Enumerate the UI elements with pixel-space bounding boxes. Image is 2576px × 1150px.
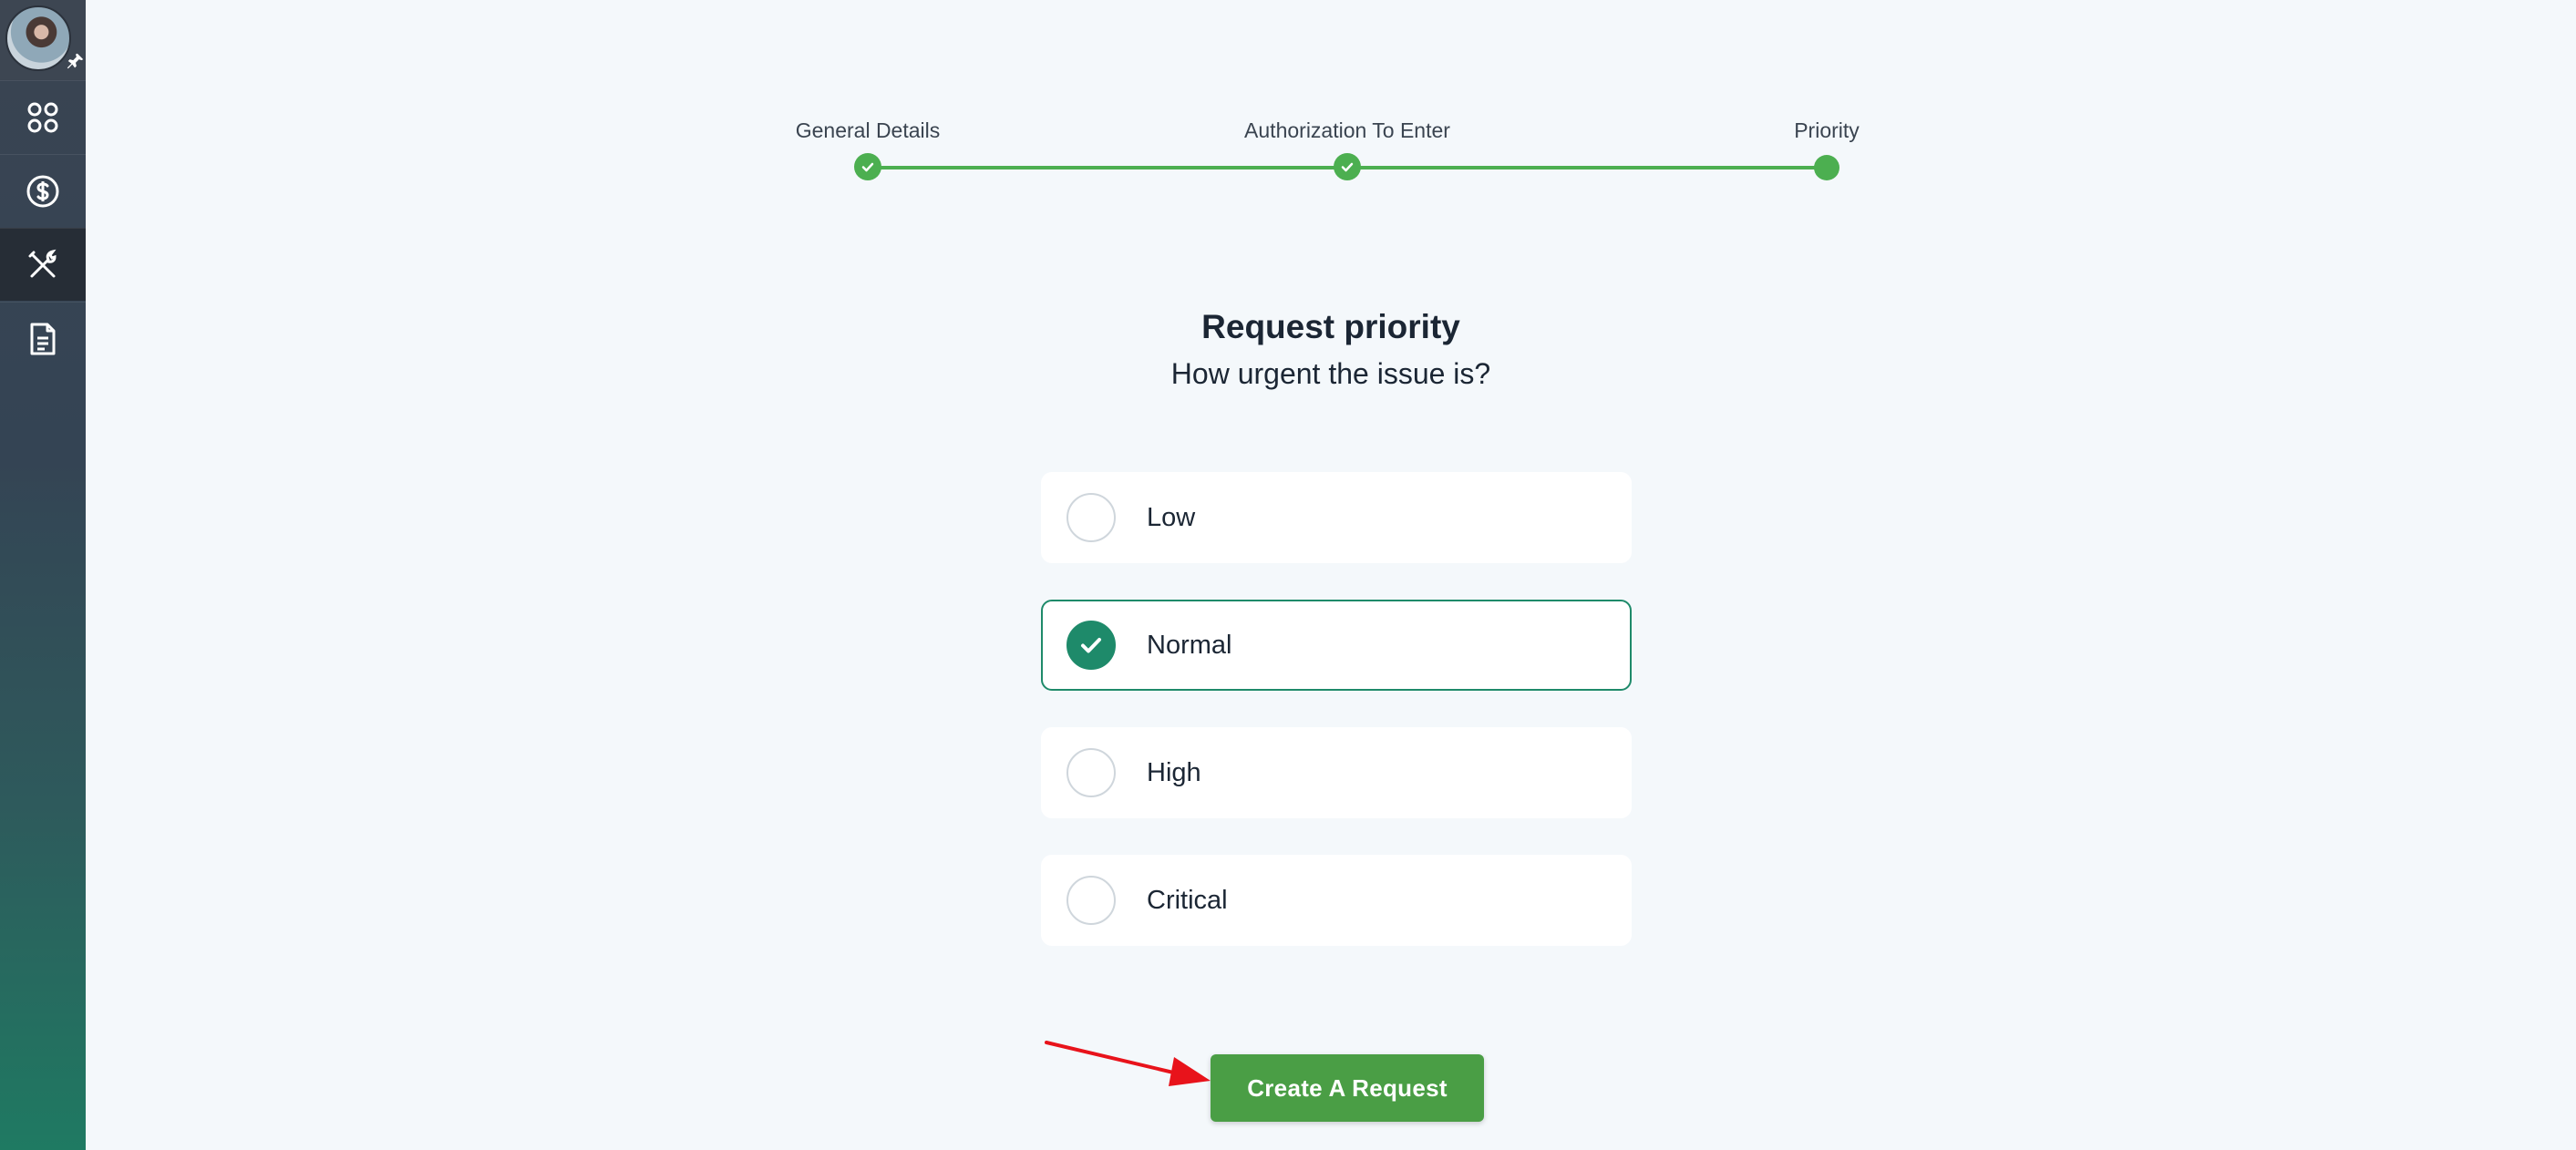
step-label-general-details: General Details <box>795 118 941 142</box>
step-authorization[interactable] <box>1334 153 1361 180</box>
radio-button[interactable] <box>1066 621 1116 670</box>
option-label: High <box>1147 757 1201 787</box>
avatar[interactable] <box>5 5 71 71</box>
step-priority[interactable] <box>1814 155 1839 180</box>
sidebar <box>0 0 86 1150</box>
priority-option-low[interactable]: Low <box>1041 472 1632 563</box>
page-title: Request priority <box>1201 308 1460 345</box>
radio-button[interactable] <box>1066 493 1116 542</box>
priority-option-critical[interactable]: Critical <box>1041 855 1632 946</box>
priority-option-high[interactable]: High <box>1041 727 1632 818</box>
step-label-authorization: Authorization To Enter <box>1244 118 1450 142</box>
dollar-circle-icon <box>26 175 59 207</box>
radio-button[interactable] <box>1066 748 1116 797</box>
sidebar-item-dashboard[interactable] <box>0 80 86 153</box>
check-icon <box>1081 638 1101 653</box>
annotation-arrow-icon <box>1045 1041 1211 1086</box>
option-label: Low <box>1147 502 1196 532</box>
check-icon <box>861 162 874 172</box>
radio-button[interactable] <box>1066 876 1116 925</box>
option-label: Critical <box>1147 885 1228 915</box>
step-label-priority: Priority <box>1794 118 1860 142</box>
tools-icon <box>28 249 57 277</box>
create-request-button[interactable]: Create A Request <box>1211 1054 1484 1122</box>
check-icon <box>1341 162 1354 172</box>
apps-grid-icon <box>27 102 58 132</box>
priority-option-normal[interactable]: Normal <box>1041 600 1632 691</box>
sidebar-item-payments[interactable] <box>0 154 86 227</box>
user-avatar-area[interactable] <box>0 0 86 80</box>
option-label: Normal <box>1147 630 1232 660</box>
pin-icon[interactable] <box>66 51 86 71</box>
page-subtitle: How urgent the issue is? <box>1170 357 1491 390</box>
step-general-details[interactable] <box>854 153 881 180</box>
sidebar-item-maintenance[interactable] <box>0 228 86 301</box>
